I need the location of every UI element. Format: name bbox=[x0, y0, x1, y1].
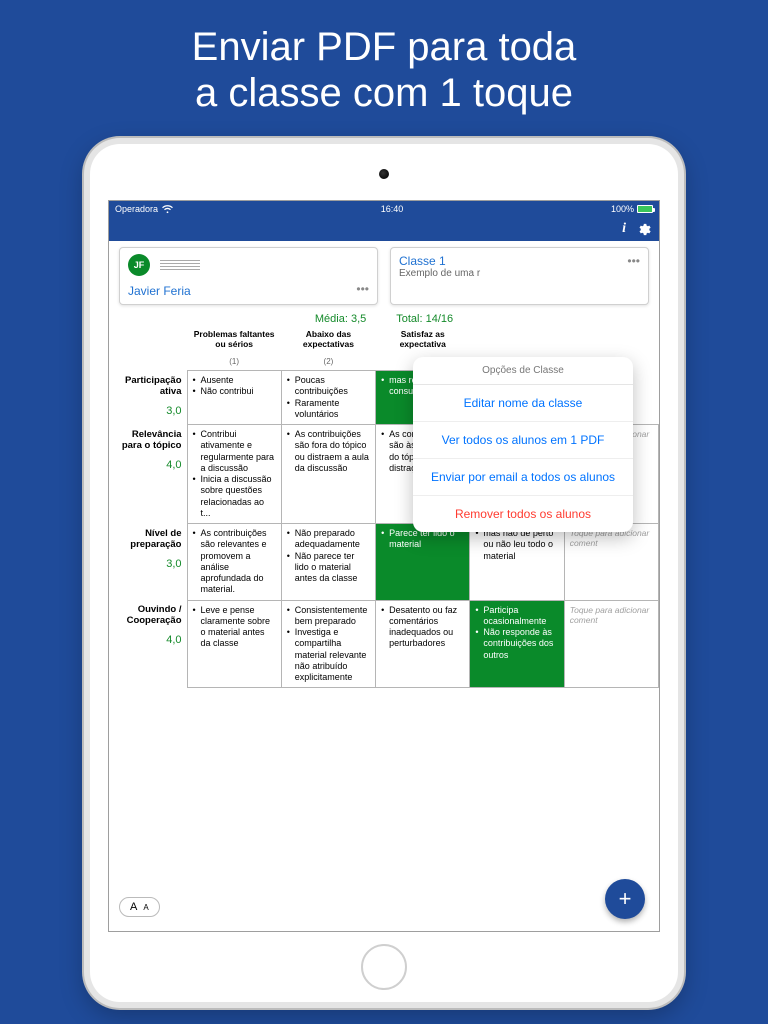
class-card[interactable]: Classe 1 ••• Exemplo de uma r bbox=[390, 247, 649, 305]
app-screen: Operadora 16:40 100% i bbox=[108, 200, 660, 932]
rubric-cell[interactable]: Desatento ou faz comentários inadequados… bbox=[376, 600, 470, 688]
row-label-cell: Nível de preparação 3,0 bbox=[109, 524, 187, 601]
bullet-text: Consistentemente bem preparado bbox=[287, 605, 370, 628]
column-header bbox=[564, 325, 658, 353]
student-more-icon[interactable]: ••• bbox=[356, 282, 369, 296]
popover-items: Editar nome da classeVer todos os alunos… bbox=[413, 385, 633, 532]
marketing-headline: Enviar PDF para toda a classe com 1 toqu… bbox=[0, 24, 768, 116]
popover-item[interactable]: Ver todos os alunos em 1 PDF bbox=[413, 422, 633, 459]
bullet-text: Desatento ou faz comentários inadequados… bbox=[381, 605, 464, 650]
bullet-text: Não contribui bbox=[193, 386, 276, 397]
bullet-text: Poucas contribuições bbox=[287, 375, 370, 398]
font-size-toggle[interactable]: A A bbox=[119, 897, 160, 917]
stats-row: Média: 3,5 Total: 14/16 bbox=[109, 313, 659, 325]
avatar-initials: JF bbox=[134, 260, 145, 270]
column-header: Satisfaz as expectativa bbox=[376, 325, 470, 353]
bullet-text: Inicia a discussão sobre questões relaci… bbox=[193, 474, 276, 519]
popover-item[interactable]: Remover todos os alunos bbox=[413, 496, 633, 532]
rubric-cell[interactable]: Toque para adicionar coment bbox=[564, 524, 658, 601]
popover-title: Opções de Classe bbox=[413, 357, 633, 385]
marketing-line1: Enviar PDF para toda bbox=[0, 24, 768, 70]
add-button[interactable]: + bbox=[605, 879, 645, 919]
app-bar: i bbox=[109, 217, 659, 241]
carrier-label: Operadora bbox=[115, 204, 158, 214]
status-time: 16:40 bbox=[173, 204, 611, 214]
row-label-cell: Ouvindo / Cooperação 4,0 bbox=[109, 600, 187, 688]
rubric-cell[interactable]: Toque para adicionar coment bbox=[564, 600, 658, 688]
popover-item[interactable]: Editar nome da classe bbox=[413, 385, 633, 422]
rubric-row: Nível de preparação 3,0 As contribuições s… bbox=[109, 524, 659, 601]
header-cards: JF Javier Feria ••• Classe 1 ••• bbox=[109, 241, 659, 311]
rubric-cell[interactable]: Parece ter lido o material bbox=[376, 524, 470, 601]
ipad-bezel: Operadora 16:40 100% i bbox=[90, 144, 678, 1002]
row-score: 4,0 bbox=[114, 634, 182, 646]
rubric-cell[interactable]: As contribuições são fora do tópico ou d… bbox=[281, 425, 375, 524]
rubric-cell[interactable]: Participa ocasionalmenteNão responde às … bbox=[470, 600, 564, 688]
rubric-cell[interactable]: Leve e pense claramente sobre o material… bbox=[187, 600, 281, 688]
student-name: Javier Feria bbox=[128, 284, 191, 298]
font-small[interactable]: A bbox=[143, 903, 148, 912]
font-large[interactable]: A bbox=[130, 901, 137, 913]
row-label: Ouvindo / Cooperação bbox=[114, 604, 182, 626]
gear-icon[interactable] bbox=[636, 222, 651, 237]
column-number: (1) bbox=[187, 353, 281, 371]
row-label: Participação ativa bbox=[114, 375, 182, 397]
camera-icon bbox=[379, 169, 389, 179]
row-score: 4,0 bbox=[114, 459, 182, 471]
bullet-text: Investiga e compartilha material relevan… bbox=[287, 627, 370, 683]
status-right: 100% bbox=[611, 204, 653, 214]
bullet-text: Participa ocasionalmente bbox=[475, 605, 558, 628]
column-header: Problemas faltantes ou sérios bbox=[187, 325, 281, 353]
class-subtitle: Exemplo de uma r bbox=[399, 268, 640, 280]
row-label: Relevância para o tópico bbox=[114, 429, 182, 451]
home-button[interactable] bbox=[361, 944, 407, 990]
status-left: Operadora bbox=[115, 204, 173, 214]
bullet-text: Não responde às contribuições dos outros bbox=[475, 627, 558, 661]
rubric-cell[interactable]: As contribuições são relevantes e promov… bbox=[187, 524, 281, 601]
plus-icon: + bbox=[619, 886, 632, 912]
bullet-text: Não parece ter lido o material antes da … bbox=[287, 551, 370, 585]
rubric-cell[interactable]: Poucas contribuiçõesRaramente voluntário… bbox=[281, 371, 375, 425]
bullet-text: Ausente bbox=[193, 375, 276, 386]
rubric-cell[interactable]: mas não de perto ou não leu todo o mater… bbox=[470, 524, 564, 601]
bullet-text: Raramente voluntários bbox=[287, 398, 370, 421]
bullet-text: Contribui ativamente e regularmente para… bbox=[193, 429, 276, 474]
bullet-text: As contribuições são fora do tópico ou d… bbox=[287, 429, 370, 474]
column-header: Abaixo das expectativas bbox=[281, 325, 375, 353]
total-stat: Total: 14/16 bbox=[396, 313, 453, 325]
class-title: Classe 1 bbox=[399, 254, 446, 268]
rubric-cell[interactable]: Não preparado adequadamenteNão parece te… bbox=[281, 524, 375, 601]
bullet-text: Leve e pense claramente sobre o material… bbox=[193, 605, 276, 650]
info-icon[interactable]: i bbox=[622, 221, 626, 237]
rubric-cell[interactable]: Consistentemente bem preparadoInvestiga … bbox=[281, 600, 375, 688]
marketing-line2: a classe com 1 toque bbox=[0, 70, 768, 116]
rubric-cell[interactable]: AusenteNão contribui bbox=[187, 371, 281, 425]
column-header bbox=[470, 325, 564, 353]
popover-item[interactable]: Enviar por email a todos os alunos bbox=[413, 459, 633, 496]
bullet-text: mas não de perto ou não leu todo o mater… bbox=[475, 528, 558, 562]
lines-icon bbox=[160, 258, 200, 272]
content-area: JF Javier Feria ••• Classe 1 ••• bbox=[109, 241, 659, 931]
student-card[interactable]: JF Javier Feria ••• bbox=[119, 247, 378, 305]
student-avatar: JF bbox=[128, 254, 150, 276]
bullet-text: As contribuições são relevantes e promov… bbox=[193, 528, 276, 596]
row-score: 3,0 bbox=[114, 558, 182, 570]
row-label-cell: Participação ativa 3,0 bbox=[109, 371, 187, 425]
rubric-cell[interactable]: Contribui ativamente e regularmente para… bbox=[187, 425, 281, 524]
status-bar: Operadora 16:40 100% bbox=[109, 201, 659, 217]
ipad-frame: Operadora 16:40 100% i bbox=[84, 138, 684, 1008]
row-label: Nível de preparação bbox=[114, 528, 182, 550]
battery-icon bbox=[637, 205, 653, 213]
column-number: (2) bbox=[281, 353, 375, 371]
bullet-text: Não preparado adequadamente bbox=[287, 528, 370, 551]
media-stat: Média: 3,5 bbox=[315, 313, 366, 325]
class-options-popover: Opções de Classe Editar nome da classeVe… bbox=[413, 357, 633, 532]
wifi-icon bbox=[162, 205, 173, 214]
battery-pct: 100% bbox=[611, 204, 634, 214]
class-more-icon[interactable]: ••• bbox=[627, 254, 640, 268]
row-label-cell: Relevância para o tópico 4,0 bbox=[109, 425, 187, 524]
rubric-row: Ouvindo / Cooperação 4,0 Leve e pense clar… bbox=[109, 600, 659, 688]
row-score: 3,0 bbox=[114, 405, 182, 417]
